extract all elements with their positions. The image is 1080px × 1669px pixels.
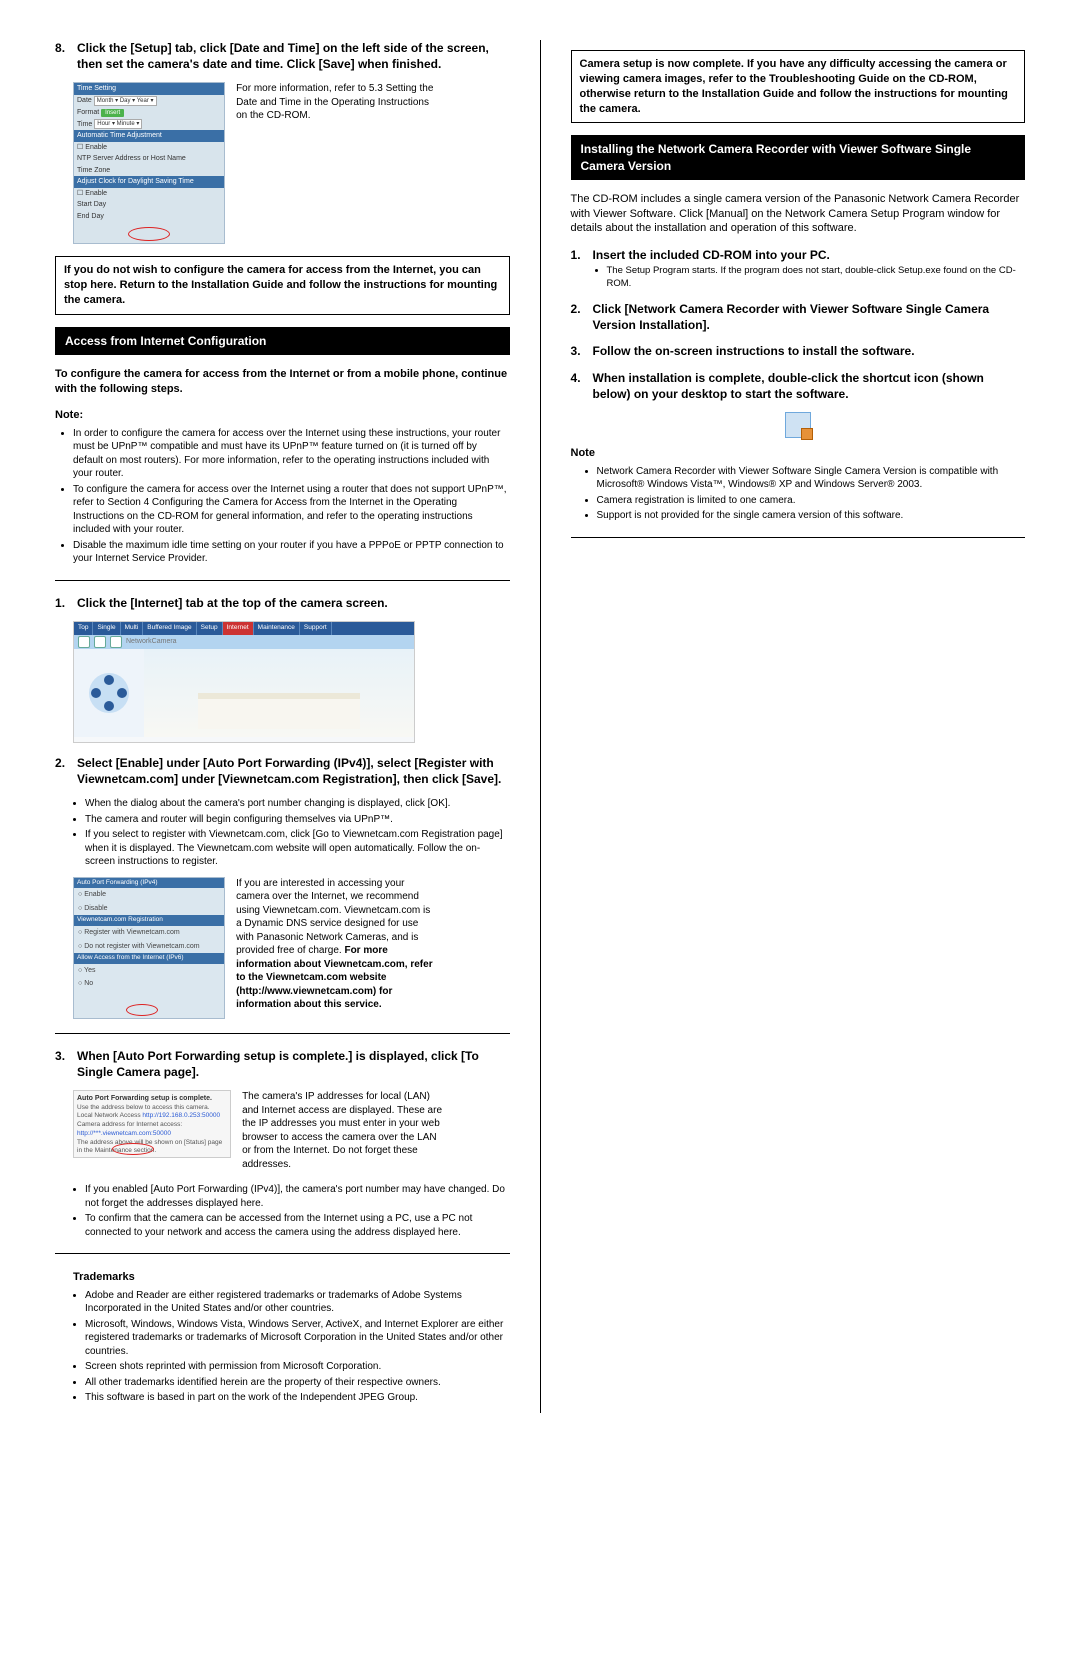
heading-install-recorder: Installing the Network Camera Recorder w… [571, 135, 1026, 179]
figure-camera-tabs: Top Single Multi Buffered Image Setup In… [55, 621, 510, 743]
list-item: All other trademarks identified herein a… [85, 1376, 510, 1390]
sub-step: The Setup Program starts. If the program… [607, 265, 1026, 291]
shortcut-icon-wrap [571, 412, 1026, 438]
tab-multi: Multi [121, 622, 144, 635]
list-item: If you select to register with Viewnetca… [85, 828, 510, 869]
r-step-1: Insert the included CD-ROM into your PC.… [571, 247, 1026, 291]
highlight-save-icon [126, 1004, 158, 1016]
note-item: In order to configure the camera for acc… [73, 427, 510, 481]
highlight-save-icon [128, 227, 170, 241]
separator [55, 1253, 510, 1254]
note-label-right: Note [571, 446, 1026, 461]
step-1: Click the [Internet] tab at the top of t… [55, 595, 510, 611]
notes-right: Network Camera Recorder with Viewer Soft… [571, 465, 1026, 523]
shortcut-icon [785, 412, 811, 438]
right-column: Camera setup is now complete. If you hav… [571, 40, 1026, 1413]
toolbar: NetworkCamera [74, 635, 414, 649]
ptz-ring-icon [89, 673, 129, 713]
list-item: To confirm that the camera can be access… [85, 1212, 510, 1239]
column-divider [540, 40, 541, 1413]
separator [571, 537, 1026, 538]
step3-bullets: If you enabled [Auto Port Forwarding (IP… [55, 1183, 510, 1239]
figure-time-caption: For more information, refer to 5.3 Setti… [236, 82, 436, 123]
r-step-2: Click [Network Camera Recorder with View… [571, 301, 1026, 333]
arrow-right-icon [117, 688, 127, 698]
page-container: Click the [Setup] tab, click [Date and T… [55, 40, 1025, 1413]
section-dst: Adjust Clock for Daylight Saving Time [74, 176, 224, 187]
arrow-up-icon [104, 675, 114, 685]
ptz-panel [74, 649, 144, 737]
note-label: Note: [55, 408, 510, 423]
heading-internet-config: Access from Internet Configuration [55, 327, 510, 355]
note-item: Disable the maximum idle time setting on… [73, 539, 510, 566]
insert-button: Insert [101, 109, 124, 117]
trademarks-heading: Trademarks [55, 1270, 510, 1285]
toolbar-icon [110, 636, 122, 648]
room-image-icon [198, 693, 360, 729]
info-box-complete: Camera setup is now complete. If you hav… [571, 50, 1026, 123]
list-item: When the dialog about the camera's port … [85, 797, 510, 811]
tab-maintenance: Maintenance [254, 622, 300, 635]
tab-bar: Top Single Multi Buffered Image Setup In… [74, 622, 414, 635]
arrow-down-icon [104, 701, 114, 711]
toolbar-icon [78, 636, 90, 648]
figure-fwd-complete: Auto Port Forwarding setup is complete. … [55, 1090, 510, 1171]
r-step-3: Follow the on-screen instructions to ins… [571, 343, 1026, 359]
note-item: To configure the camera for access over … [73, 483, 510, 537]
screenshot-camera-ui: Top Single Multi Buffered Image Setup In… [73, 621, 415, 743]
list-item: Camera registration is limited to one ca… [597, 494, 1026, 508]
step-8: Click the [Setup] tab, click [Date and T… [55, 40, 510, 72]
list-item: Screen shots reprinted with permission f… [85, 1360, 510, 1374]
intro-recorder: The CD-ROM includes a single camera vers… [571, 192, 1026, 237]
arrow-left-icon [91, 688, 101, 698]
notes-list-1: In order to configure the camera for acc… [55, 427, 510, 566]
tab-support: Support [300, 622, 332, 635]
step-2: Select [Enable] under [Auto Port Forward… [55, 755, 510, 787]
screenshot-port-forwarding: Auto Port Forwarding (IPv4) Enable Disab… [73, 877, 225, 1019]
toolbar-icon [94, 636, 106, 648]
screenshot-time-settings: Time Setting Date Month ▾ Day ▾ Year ▾ F… [73, 82, 225, 244]
tab-internet: Internet [223, 622, 254, 635]
step-3: When [Auto Port Forwarding setup is comp… [55, 1048, 510, 1080]
highlight-button-icon [112, 1143, 154, 1155]
trademarks-list: Adobe and Reader are either registered t… [55, 1289, 510, 1405]
tab-buffered: Buffered Image [143, 622, 196, 635]
list-item: Adobe and Reader are either registered t… [85, 1289, 510, 1316]
camera-view [144, 649, 414, 737]
left-column: Click the [Setup] tab, click [Date and T… [55, 40, 510, 1413]
figure-ipv4-caption: If you are interested in accessing your … [236, 877, 436, 1012]
figure-ipv4: Auto Port Forwarding (IPv4) Enable Disab… [55, 877, 510, 1019]
screenshot-fwd-complete: Auto Port Forwarding setup is complete. … [73, 1090, 231, 1158]
list-item: Network Camera Recorder with Viewer Soft… [597, 465, 1026, 492]
separator [55, 1033, 510, 1034]
toolbar-label: NetworkCamera [126, 637, 177, 646]
intro-internet: To configure the camera for access from … [55, 367, 510, 397]
step2-bullets: When the dialog about the camera's port … [55, 797, 510, 869]
info-box-stop: If you do not wish to configure the came… [55, 256, 510, 315]
figure-fwd-caption: The camera's IP addresses for local (LAN… [242, 1090, 442, 1171]
list-item: If you enabled [Auto Port Forwarding (IP… [85, 1183, 510, 1210]
list-item: Microsoft, Windows, Windows Vista, Windo… [85, 1318, 510, 1359]
list-item: Support is not provided for the single c… [597, 509, 1026, 523]
section-auto-time: Automatic Time Adjustment [74, 130, 224, 141]
list-item: The camera and router will begin configu… [85, 813, 510, 827]
separator [55, 580, 510, 581]
tab-single: Single [93, 622, 120, 635]
section-time: Time Setting [74, 83, 224, 94]
figure-time-settings: Time Setting Date Month ▾ Day ▾ Year ▾ F… [55, 82, 510, 244]
list-item: This software is based in part on the wo… [85, 1391, 510, 1405]
tab-top: Top [74, 622, 93, 635]
tab-setup: Setup [197, 622, 223, 635]
r-step-4: When installation is complete, double-cl… [571, 370, 1026, 402]
